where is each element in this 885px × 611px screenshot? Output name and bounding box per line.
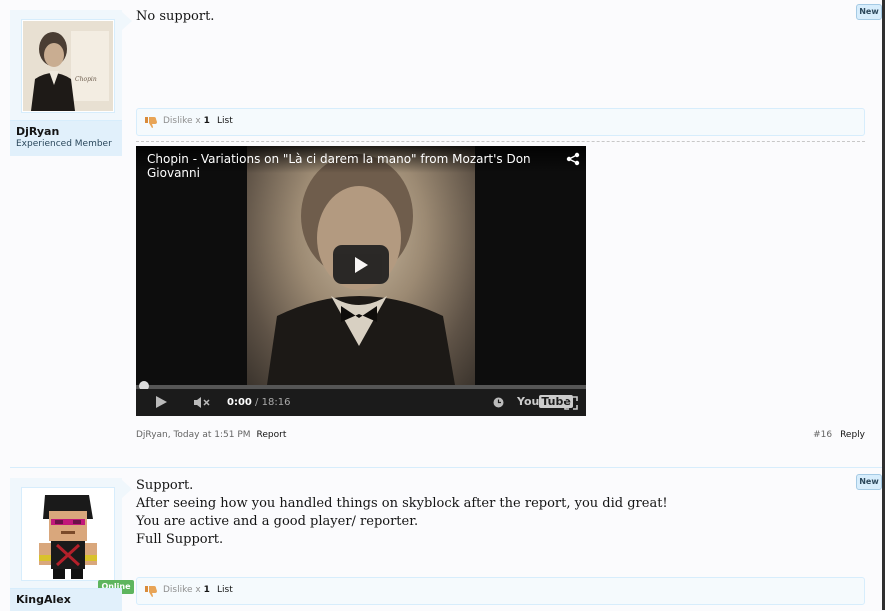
mute-icon[interactable] [193, 396, 213, 409]
reply-link[interactable]: Reply [840, 430, 865, 440]
new-badge: New [856, 4, 882, 20]
share-icon[interactable] [566, 152, 580, 166]
user-title: Experienced Member [16, 139, 112, 149]
reaction-list-link[interactable]: List [217, 585, 233, 595]
message-line: You are active and a good player/ report… [136, 514, 419, 529]
dislike-label: Dislike x [163, 116, 201, 126]
avatar[interactable] [21, 487, 115, 581]
message-text: Support. After seeing how you handled th… [136, 477, 668, 549]
user-panel: Chopin DjRyan Experienced Member [10, 10, 122, 156]
thumbs-down-icon [145, 586, 157, 597]
message-text: No support. [136, 8, 214, 26]
username[interactable]: KingAlex [16, 593, 71, 606]
post-djryan: Chopin DjRyan Experienced Member New No … [0, 0, 882, 466]
time-separator: / [251, 397, 262, 408]
signature-divider [136, 141, 865, 142]
dislike-summary: Dislike x 1 [163, 585, 210, 595]
post-meta: DjRyan, Today at 1:51 PM Report [136, 430, 286, 440]
message-line: No support. [136, 9, 215, 24]
post-author-time[interactable]: DjRyan, Today at 1:51 PM [136, 430, 251, 440]
post-actions: #16 Reply [813, 430, 865, 440]
new-badge: New [856, 474, 882, 490]
video-title[interactable]: Chopin - Variations on "Là ci darem la m… [147, 152, 586, 180]
reaction-list-link[interactable]: List [217, 116, 233, 126]
thumbs-down-icon [145, 117, 157, 128]
watch-later-icon[interactable] [493, 397, 504, 408]
user-panel-arrow [122, 480, 132, 498]
username[interactable]: DjRyan [16, 125, 59, 138]
video-player[interactable]: Chopin - Variations on "Là ci darem la m… [136, 146, 586, 416]
post-kingalex: Online KingAlex New Support. After seein… [0, 468, 882, 611]
report-link[interactable]: Report [257, 430, 287, 440]
video-controls: 0:00 / 18:16 You Tube [136, 389, 586, 416]
youtube-logo-you: You [517, 395, 540, 408]
time-current: 0:00 [227, 397, 252, 408]
message-line: After seeing how you handled things on s… [136, 496, 668, 511]
dislike-summary: Dislike x 1 [163, 116, 210, 126]
dislike-count: 1 [203, 585, 210, 595]
dislike-label: Dislike x [163, 585, 201, 595]
time-total: 18:16 [261, 397, 291, 408]
user-panel-arrow [122, 12, 132, 30]
reaction-bar: Dislike x 1 List [136, 577, 865, 605]
reaction-bar: Dislike x 1 List [136, 108, 865, 136]
message-line: Full Support. [136, 532, 224, 547]
dislike-count: 1 [203, 116, 210, 126]
username-block: KingAlex [10, 588, 122, 611]
play-button[interactable] [333, 245, 389, 284]
fullscreen-icon[interactable] [564, 396, 578, 410]
play-icon[interactable] [156, 396, 167, 408]
svg-text:Chopin: Chopin [75, 76, 97, 83]
username-block: DjRyan Experienced Member [10, 120, 122, 156]
video-title-bar: Chopin - Variations on "Là ci darem la m… [136, 146, 586, 180]
post-number[interactable]: #16 [813, 430, 832, 440]
user-panel: Online KingAlex [10, 478, 134, 611]
message-line: Support. [136, 478, 194, 493]
avatar[interactable]: Chopin [21, 19, 115, 113]
video-time: 0:00 / 18:16 [227, 397, 290, 408]
